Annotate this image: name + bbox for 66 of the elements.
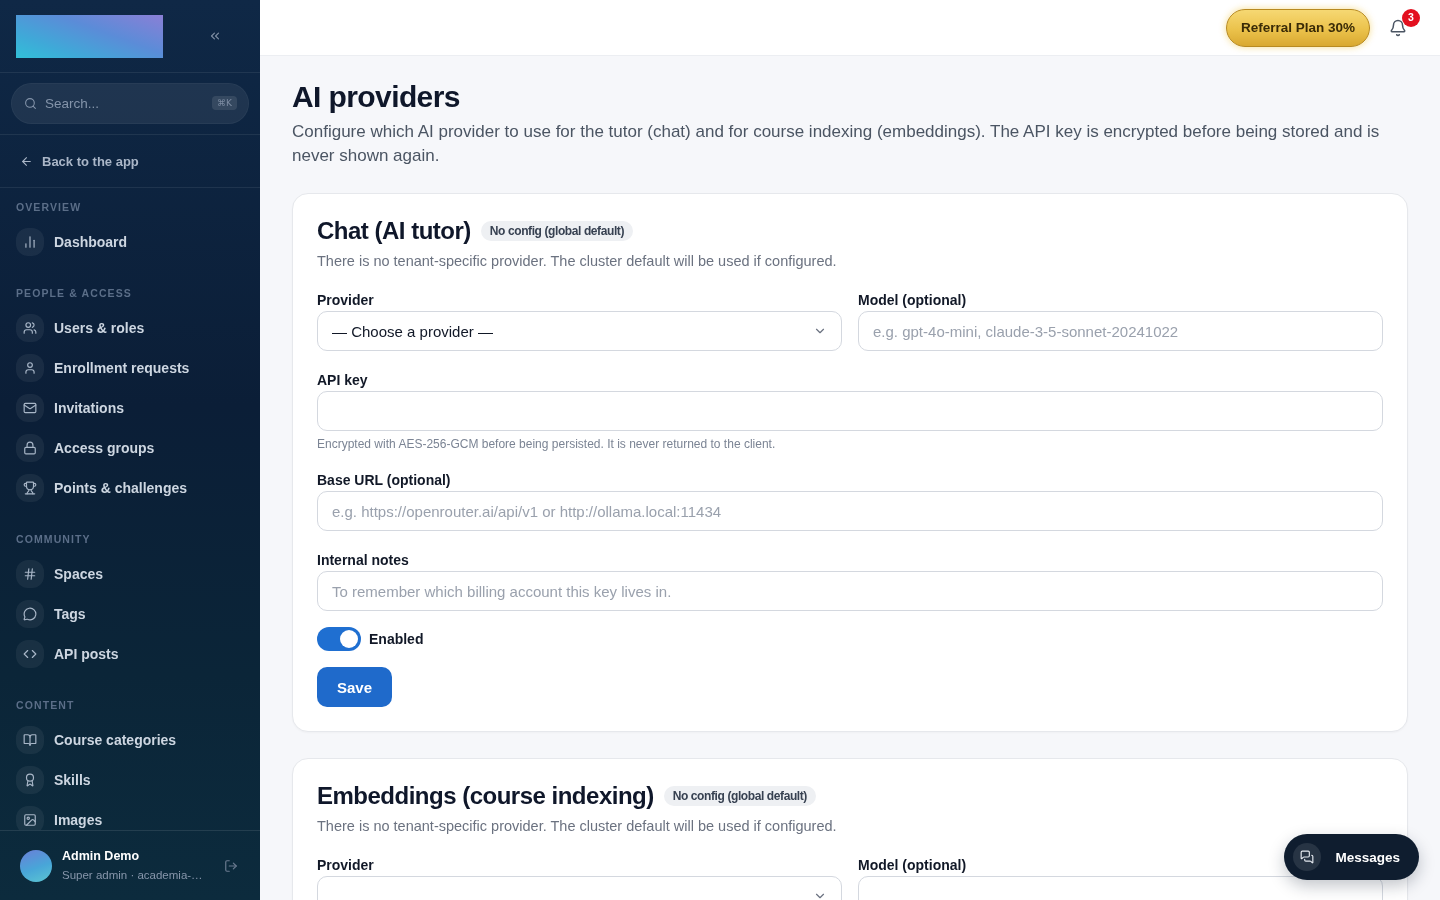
field-label: Model (optional) (858, 856, 967, 874)
page-title: AI providers (292, 79, 460, 115)
card-title: Chat (AI tutor) (317, 217, 471, 245)
referral-button[interactable]: Referral Plan 30% (1225, 8, 1370, 47)
toggle-switch[interactable] (317, 627, 361, 651)
field-label: Provider (317, 856, 374, 874)
trophy-icon (16, 474, 44, 502)
nav-item[interactable]: Invitations (0, 388, 260, 428)
password-field[interactable] (317, 391, 1383, 431)
field-label: Base URL (optional) (317, 471, 451, 489)
nav-item[interactable]: Dashboard (0, 222, 260, 262)
nav-item[interactable]: Users & roles (0, 308, 260, 348)
bell-icon[interactable] (1389, 18, 1407, 37)
code-icon (16, 640, 44, 668)
notification-badge: 3 (1402, 8, 1420, 27)
speech-bubble-icon (16, 600, 44, 628)
select-field[interactable]: — Choose a provider — (317, 311, 842, 351)
section-heading: COMMUNITY (15, 532, 92, 546)
user-role: Super admin · academia-… (62, 868, 203, 882)
lock-icon (16, 434, 44, 462)
nav-item[interactable]: Course categories (0, 720, 260, 760)
shortcut-hint: ⌘K (212, 96, 237, 110)
nav-item[interactable]: Skills (0, 760, 260, 800)
avatar-circle (20, 849, 52, 882)
user-name: Admin Demo (62, 849, 140, 864)
field-label: API key (317, 371, 368, 389)
status-badge: No config (global default) (663, 786, 816, 806)
nav-item[interactable]: Tags (0, 594, 260, 634)
double-chevron-left-icon[interactable] (208, 29, 222, 43)
nav-item[interactable]: Spaces (0, 554, 260, 594)
card-title: Embeddings (course indexing) (317, 782, 654, 810)
nav-item[interactable]: Images (0, 800, 260, 830)
section-heading: PEOPLE & ACCESS (15, 286, 133, 300)
mail-icon (16, 394, 44, 422)
save-button[interactable]: Save (317, 667, 393, 707)
users-icon (16, 314, 44, 342)
nav-item[interactable]: Enrollment requests (0, 348, 260, 388)
field-label: Internal notes (317, 551, 409, 569)
field-label: Provider (317, 291, 374, 309)
text-field[interactable]: e.g. https://openrouter.ai/api/v1 or http://ollama.local:11434 (317, 491, 1383, 531)
card-description: There is no tenant-specific provider. The cluster default will be used if configured. (317, 817, 838, 836)
section-heading: OVERVIEW (15, 200, 83, 214)
section-heading: CONTENT (15, 698, 76, 712)
card-description: There is no tenant-specific provider. The cluster default will be used if configured. (317, 252, 838, 271)
hash-icon (16, 560, 44, 588)
chat-bubbles-icon (1293, 843, 1322, 871)
toggle-label: Enabled (369, 631, 424, 647)
text-field[interactable]: e.g. gpt-4o-mini, claude-3-5-sonnet-20241022 (858, 311, 1383, 351)
field-label: Model (optional) (858, 291, 967, 309)
page-description: Configure which AI provider to use for the tutor (chat) and for course indexing (embeddings). The API key is encrypted before being stored and is never shown again. (292, 121, 1381, 167)
nav-item[interactable]: Access groups (0, 428, 260, 468)
search-icon (24, 97, 37, 110)
image-icon (16, 806, 44, 830)
status-badge: No config (global default) (480, 221, 634, 241)
text-field[interactable]: To remember which billing account this key lives in. (317, 571, 1383, 611)
user-icon (16, 354, 44, 382)
bar-chart-icon (16, 228, 44, 256)
logout-icon[interactable] (224, 858, 238, 873)
messages-button[interactable]: Messages (1284, 834, 1419, 880)
field-hint: Encrypted with AES-256-GCM before being persisted. It is never returned to the client. (317, 437, 776, 451)
back-link[interactable]: Back to the app (20, 153, 139, 169)
nav-item[interactable]: API posts (0, 634, 260, 674)
arrow-left-icon (20, 154, 33, 168)
award-icon (16, 766, 44, 794)
nav-item[interactable]: Points & challenges (0, 468, 260, 508)
book-icon (16, 726, 44, 754)
